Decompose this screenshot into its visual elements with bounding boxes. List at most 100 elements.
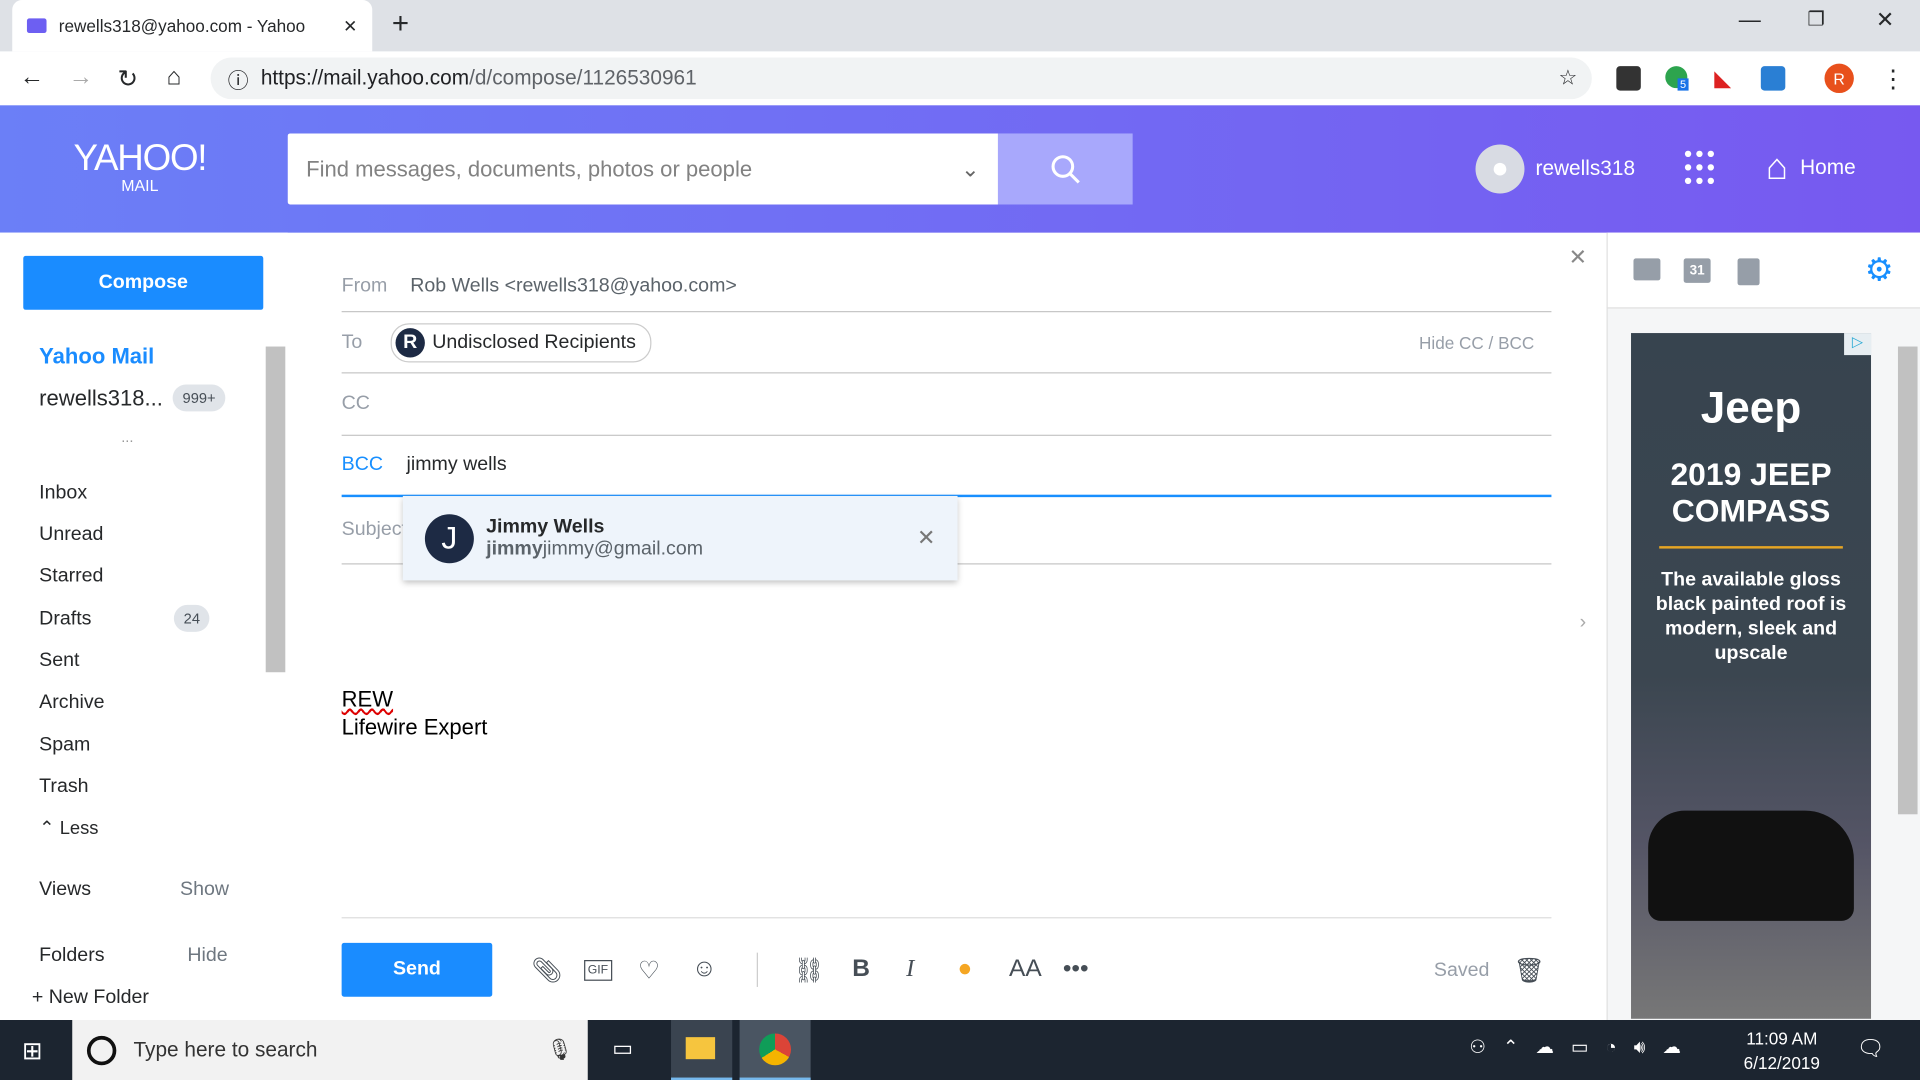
close-tab-icon[interactable]: ✕ [343,15,357,36]
folder-inbox[interactable]: Inbox [39,482,87,504]
new-folder-button[interactable]: + New Folder [32,987,149,1009]
browser-tab[interactable]: rewells318@yahoo.com - Yahoo ✕ [12,0,373,52]
home-icon[interactable]: ⌂ [167,64,182,92]
more-options-icon[interactable]: ••• [1063,955,1089,983]
to-field[interactable]: To R Undisclosed Recipients Hide CC / BCC [341,312,1552,374]
toolbar-separator [756,952,758,987]
chevron-down-icon[interactable]: ⌄ [961,156,979,182]
send-button[interactable]: Send [341,942,493,997]
info-icon: ⓘ [227,69,249,93]
compose-button[interactable]: Compose [23,255,264,310]
gif-icon[interactable]: GIF [584,960,612,981]
account-name[interactable]: rewells318... 999+ [39,384,226,412]
windows-start-icon[interactable]: ⊞ [22,1036,43,1067]
search-button[interactable] [997,133,1133,205]
task-view-icon[interactable]: ▭ [612,1036,633,1062]
attach-icon[interactable]: 📎︎ [531,955,562,986]
back-icon[interactable]: ← [20,64,44,92]
user-avatar[interactable]: ● [1475,144,1525,194]
account-title[interactable]: Yahoo Mail [39,344,154,370]
jeep-ad[interactable]: ▷ Jeep 2019 JEEP COMPASS The available g… [1631,333,1872,1019]
ad-brand: Jeep [1700,382,1802,433]
house-icon: ⌂ [1765,146,1788,188]
autocomplete-suggestion[interactable]: J Jimmy Wells jimmyjimmy@gmail.com ✕ [402,495,958,581]
cortana-icon [86,1035,117,1065]
views-show[interactable]: Show [180,879,229,901]
signature-line-2: Lifewire Expert [341,715,488,740]
taskbar-search[interactable]: Type here to search 🎙︎ [72,1020,588,1080]
calendar-icon[interactable]: 31 [1683,258,1711,283]
notifications-icon[interactable]: 🗨︎ [1856,1036,1884,1062]
extension-badge-icon[interactable]: 5 [1665,66,1689,91]
clock[interactable]: 11:09 AM 6/12/2019 [1744,1026,1820,1075]
hide-cc-bcc-link[interactable]: Hide CC / BCC [1419,332,1534,352]
pdf-extension-icon[interactable]: ◣ [1714,66,1731,92]
emoji-icon[interactable]: ☺ [692,955,717,983]
font-size-icon[interactable]: AA [1009,955,1042,983]
sidebar-scrollbar[interactable] [265,346,286,673]
remove-suggestion-icon[interactable]: ✕ [917,525,935,551]
folder-archive[interactable]: Archive [39,692,104,714]
expand-panel-button[interactable]: › [1580,612,1587,634]
notepad-icon[interactable] [1737,258,1760,286]
contact-name: Jimmy Wells [486,516,605,537]
new-tab-button[interactable]: + [392,7,409,41]
yahoo-mail-logo[interactable]: YAHOO! MAIL [73,140,207,195]
close-window-button[interactable]: ✕ [1876,7,1894,33]
username[interactable]: rewells318 [1536,157,1636,181]
message-body[interactable]: REW Lifewire Expert [342,686,488,742]
italic-icon[interactable]: I [906,955,914,983]
from-value: Rob Wells <rewells318@yahoo.com> [410,274,737,296]
apps-grid-icon[interactable]: ●●● ●●● ●●● [1684,146,1718,188]
home-link[interactable]: ⌂ Home [1766,147,1856,189]
folder-trash[interactable]: Trash [39,776,88,798]
close-compose-icon[interactable]: ✕ [1569,245,1587,271]
ad-scrollbar[interactable] [1897,346,1918,815]
sticker-icon[interactable]: ♡ [638,955,660,986]
recipient-avatar: R [395,327,425,357]
microphone-icon[interactable]: 🎙︎ [547,1038,573,1062]
delete-draft-icon[interactable]: 🗑︎ [1513,955,1544,986]
extension-icon[interactable] [1616,66,1641,91]
from-field[interactable]: From Rob Wells <rewells318@yahoo.com> [341,261,1552,313]
bcc-input[interactable]: jimmy wells [407,454,507,476]
search-input[interactable]: Find messages, documents, photos or peop… [287,133,998,205]
recipient-chip[interactable]: R Undisclosed Recipients [390,322,652,362]
forward-icon[interactable]: → [69,64,93,92]
color-icon[interactable]: ● [958,955,973,983]
less-toggle[interactable]: ⌃ Less [39,817,98,839]
system-tray-icons[interactable]: ⚇⌃☁▭◔🔊︎☁ [1469,1036,1698,1058]
more-dots[interactable]: ... [121,429,133,446]
extension-icon-2[interactable] [1760,66,1786,91]
folder-unread[interactable]: Unread [39,524,103,546]
cc-field[interactable]: CC [341,373,1552,436]
clock-time: 11:09 AM [1746,1028,1818,1049]
restore-button[interactable]: ❐ [1807,7,1825,31]
minimize-button[interactable]: — [1739,7,1761,33]
reload-icon[interactable]: ↻ [118,64,139,95]
folder-spam[interactable]: Spam [39,735,90,757]
contact-avatar: J [424,513,474,563]
account-badge: 999+ [172,384,226,412]
bookmark-star-icon[interactable]: ☆ [1558,66,1577,90]
folders-label: Folders [39,945,105,967]
folder-sent[interactable]: Sent [39,650,79,672]
bcc-field[interactable]: BCC jimmy wells [341,436,1552,498]
browser-menu-icon[interactable]: ⋮ [1881,64,1905,95]
folder-drafts[interactable]: Drafts [39,609,91,631]
chrome-icon[interactable] [739,1020,811,1080]
settings-gear-icon[interactable]: ⚙ [1865,251,1894,289]
link-icon[interactable]: ⛓︎ [793,955,824,986]
contacts-icon[interactable] [1633,258,1661,281]
folders-hide[interactable]: Hide [187,945,227,967]
signature-line-1: REW [341,686,394,712]
file-explorer-icon[interactable] [671,1020,733,1080]
ad-choices-icon[interactable]: ▷ [1844,333,1872,356]
extension-badge: 5 [1677,78,1689,91]
folder-starred[interactable]: Starred [39,566,103,588]
bold-icon[interactable]: B [852,955,870,983]
search-icon [1051,155,1080,184]
profile-avatar[interactable]: R [1824,63,1854,94]
mail-icon [26,18,47,34]
url-field[interactable]: ⓘ https://mail.yahoo.com/d/compose/11265… [210,57,1592,100]
